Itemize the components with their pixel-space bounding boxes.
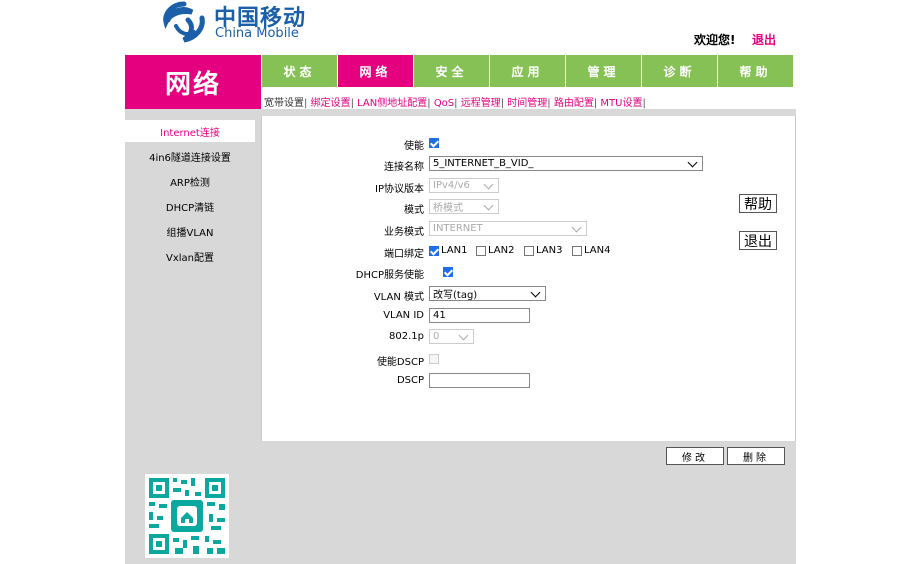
sidebar-item-internet[interactable]: Internet连接 [125,120,255,142]
port-bind-label: 端口绑定 [384,249,424,260]
chevron-down-icon [483,200,494,210]
vlan-mode-label: VLAN 模式 [373,292,424,303]
lan1-checkbox[interactable] [429,245,439,256]
lan2-checkbox[interactable] [476,245,486,256]
ip-version-label: IP协议版本 [375,184,424,195]
submenu-broadband[interactable]: 宽带设置 [264,98,304,109]
mode-select[interactable]: 桥模式 [429,199,499,214]
sidebar-item-multicast-vlan[interactable]: 组播VLAN [125,220,255,242]
port-lan1[interactable]: LAN1 [429,245,467,256]
china-mobile-logo-icon [163,1,205,43]
help-button[interactable]: 帮助 [739,194,777,213]
chevron-down-icon [530,287,541,297]
chevron-down-icon [483,179,494,189]
main-nav-tabs: 状态 网络 安全 应用 管理 诊断 帮助 [262,55,796,87]
service-mode-label: 业务模式 [384,227,424,238]
chevron-down-icon [687,157,698,167]
tab-network[interactable]: 网络 [338,55,414,87]
service-mode-select[interactable]: INTERNET [429,221,587,236]
port-lan4[interactable]: LAN4 [572,245,610,256]
dscp-input[interactable] [429,373,530,388]
exit-button[interactable]: 退出 [739,231,777,250]
dhcp-label: DHCP服务使能 [355,270,424,281]
service-mode-value: INTERNET [433,223,483,234]
modify-button[interactable]: 修改 [666,447,724,465]
sidebar-item-arp[interactable]: ARP检测 [125,170,255,192]
dscp-label: DSCP [396,375,424,386]
lan4-label: LAN4 [584,245,611,256]
enable-checkbox[interactable] [429,138,439,148]
mode-label: 模式 [404,205,424,216]
vlan-mode-select[interactable]: 改写(tag) [429,286,546,301]
lan1-label: LAN1 [441,245,468,256]
port-lan2[interactable]: LAN2 [476,245,514,256]
conn-name-select[interactable]: 5_INTERNET_B_VID_ [429,156,703,171]
dscp-enable-checkbox[interactable] [429,354,439,364]
submenu-time-management[interactable]: 时间管理 [507,98,547,109]
conn-name-value: 5_INTERNET_B_VID_ [433,158,534,169]
mode-value: 桥模式 [433,203,463,214]
vlan-mode-value: 改写(tag) [433,290,478,301]
p8021-value: 0 [433,331,440,342]
welcome-text: 欢迎您! [694,33,736,47]
dhcp-checkbox[interactable] [442,267,453,277]
submenu-qos[interactable]: QoS [434,98,454,109]
chevron-down-icon [571,222,582,232]
port-lan3[interactable]: LAN3 [524,245,562,256]
sidebar-item-vxlan[interactable]: Vxlan配置 [125,245,255,267]
logo-english-text: China Mobile [215,26,299,41]
delete-button[interactable]: 删除 [727,447,785,465]
ip-version-value: IPv4/v6 [433,180,470,191]
logout-link[interactable]: 退出 [752,31,776,48]
tab-diagnosis[interactable]: 诊断 [642,55,718,87]
conn-name-label: 连接名称 [384,162,424,173]
lan3-checkbox[interactable] [524,245,534,256]
lan2-label: LAN2 [488,245,515,256]
tab-help[interactable]: 帮助 [718,55,794,87]
submenu-lan-address[interactable]: LAN侧地址配置 [357,98,427,109]
dscp-enable-label: 使能DSCP [376,357,424,368]
vlan-id-input[interactable]: 41 [429,308,530,323]
p8021-label: 802.1p [389,331,424,342]
p8021-select[interactable]: 0 [429,329,474,344]
section-title: 网络 [125,55,261,109]
lan3-label: LAN3 [536,245,563,256]
enable-label: 使能 [404,141,424,152]
vlan-id-label: VLAN ID [383,310,424,321]
sub-menu: 宽带设置| 绑定设置| LAN侧地址配置| QoS| 远程管理| 时间管理| 路… [264,98,646,109]
tab-security[interactable]: 安全 [414,55,490,87]
frame-top-bar [125,109,796,116]
submenu-binding[interactable]: 绑定设置 [311,98,351,109]
lan4-checkbox[interactable] [572,245,582,256]
sidebar-item-4in6-tunnel[interactable]: 4in6隧道连接设置 [125,145,255,167]
tab-application[interactable]: 应用 [490,55,566,87]
qr-code-image [145,474,229,558]
tab-status[interactable]: 状态 [262,55,338,87]
ip-version-select[interactable]: IPv4/v6 [429,178,499,193]
qr-code-icon [145,474,229,558]
submenu-route-config[interactable]: 路由配置 [554,98,594,109]
chevron-down-icon [458,330,469,340]
submenu-mtu[interactable]: MTU设置 [600,98,642,109]
submenu-remote-management[interactable]: 远程管理 [461,98,501,109]
sidebar-item-dhcp[interactable]: DHCP清链 [125,195,255,217]
tab-management[interactable]: 管理 [566,55,642,87]
